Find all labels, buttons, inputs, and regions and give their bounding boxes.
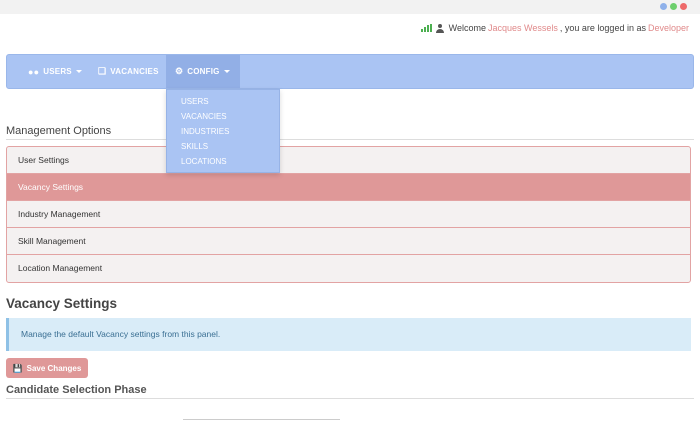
save-changes-button[interactable]: 💾 Save Changes xyxy=(6,358,88,378)
config-menu-item-skills[interactable]: SKILLS xyxy=(181,142,208,151)
copy-icon: ❏ xyxy=(98,66,107,76)
nav-users[interactable]: ●● USERS xyxy=(28,55,82,88)
main-navbar: ●● USERS ❏ VACANCIES ⚙ CONFIG xyxy=(6,54,694,89)
window-button-maximize[interactable] xyxy=(670,3,677,10)
list-item-skill-management[interactable]: Skill Management xyxy=(7,228,690,255)
input-field-edge xyxy=(183,419,340,420)
config-menu-item-industries[interactable]: INDUSTRIES xyxy=(181,127,229,136)
window-button-close[interactable] xyxy=(680,3,687,10)
floppy-disk-icon: 💾 xyxy=(12,363,23,373)
welcome-bar: Welcome Jacques Wessels , you are logged… xyxy=(420,23,691,33)
user-role-link[interactable]: Developer xyxy=(648,23,689,33)
vacancy-settings-title: Vacancy Settings xyxy=(6,296,118,311)
config-menu-item-vacancies[interactable]: VACANCIES xyxy=(181,112,227,121)
list-item-industry-management[interactable]: Industry Management xyxy=(7,201,690,228)
list-item-vacancy-settings[interactable]: Vacancy Settings xyxy=(7,174,690,201)
signal-icon xyxy=(420,24,433,32)
user-icon xyxy=(435,23,444,33)
cogs-icon: ⚙ xyxy=(175,66,184,76)
config-menu-item-locations[interactable]: LOCATIONS xyxy=(181,157,227,166)
nav-users-label: USERS xyxy=(43,67,72,76)
chevron-down-icon xyxy=(223,70,230,73)
user-name-link[interactable]: Jacques Wessels xyxy=(488,23,558,33)
candidate-selection-phase-title: Candidate Selection Phase xyxy=(6,384,147,396)
divider xyxy=(6,398,694,399)
divider xyxy=(6,139,694,140)
logged-in-text: , you are logged in as xyxy=(559,23,646,33)
management-options-title: Management Options xyxy=(6,125,112,137)
nav-vacancies[interactable]: ❏ VACANCIES xyxy=(98,55,159,88)
management-options-list: User Settings Vacancy Settings Industry … xyxy=(6,146,691,283)
list-item-user-settings[interactable]: User Settings xyxy=(7,147,690,174)
nav-config[interactable]: ⚙ CONFIG xyxy=(166,55,240,88)
nav-vacancies-label: VACANCIES xyxy=(110,67,159,76)
nav-config-label: CONFIG xyxy=(187,67,220,76)
info-alert: Manage the default Vacancy settings from… xyxy=(6,318,691,351)
save-changes-label: Save Changes xyxy=(26,363,82,373)
users-icon: ●● xyxy=(28,66,40,77)
chevron-down-icon xyxy=(75,70,82,73)
config-menu-item-users[interactable]: USERS xyxy=(181,97,209,106)
list-item-location-management[interactable]: Location Management xyxy=(7,255,690,282)
window-button-minimize[interactable] xyxy=(660,3,667,10)
config-dropdown-menu: USERS VACANCIES INDUSTRIES SKILLS LOCATI… xyxy=(166,89,280,173)
welcome-prefix: Welcome xyxy=(448,23,487,33)
window-titlebar xyxy=(0,0,700,14)
